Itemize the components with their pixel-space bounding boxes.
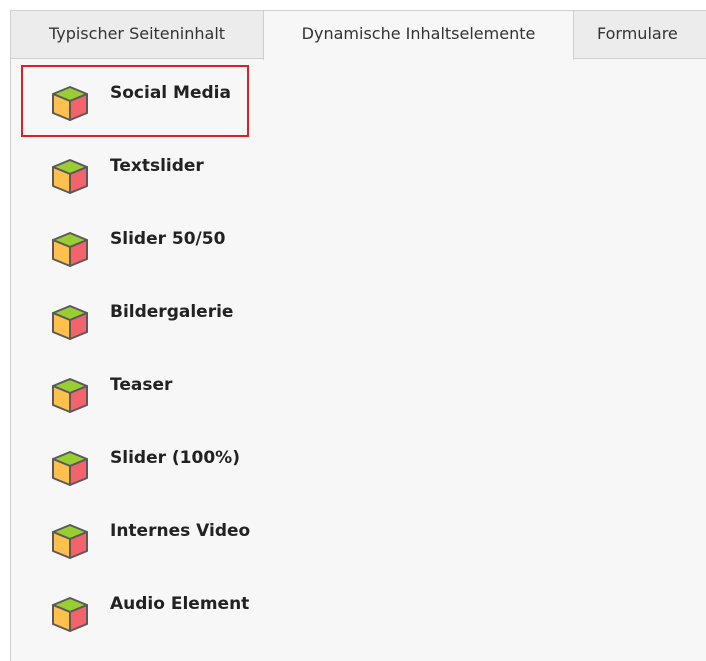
tab-bar: Typischer Seiteninhalt Dynamische Inhalt… — [0, 0, 706, 60]
list-item-slider-50-50[interactable]: Slider 50/50 — [21, 205, 381, 277]
tab-formulare[interactable]: Formulare — [573, 10, 706, 58]
list-item-bildergalerie[interactable]: Bildergalerie — [21, 278, 381, 350]
list-item-label: Slider (100%) — [110, 448, 240, 468]
list-item-internes-video[interactable]: Internes Video — [21, 497, 381, 569]
tab-panel-dynamische-inhaltselemente: Social Media Textslider Slider 50/50 Bil… — [10, 59, 706, 661]
tab-typischer-seiteninhalt[interactable]: Typischer Seiteninhalt — [10, 10, 264, 58]
list-item-social-media[interactable]: Social Media — [21, 59, 381, 131]
cube-icon — [52, 159, 88, 194]
tab-dynamische-inhaltselemente[interactable]: Dynamische Inhaltselemente — [263, 10, 574, 60]
list-item-label: Slider 50/50 — [110, 229, 226, 249]
list-item-label: Bildergalerie — [110, 302, 234, 322]
list-item-label: Audio Element — [110, 594, 250, 614]
cube-icon — [52, 451, 88, 486]
list-item-teaser[interactable]: Teaser — [21, 351, 381, 423]
list-item-label: Social Media — [110, 83, 231, 103]
cube-icon — [52, 597, 88, 632]
list-item-label: Textslider — [110, 156, 204, 176]
cube-icon — [52, 305, 88, 340]
cube-icon — [52, 232, 88, 267]
cube-icon — [52, 378, 88, 413]
list-item-label: Teaser — [110, 375, 173, 395]
list-item-audio-element[interactable]: Audio Element — [21, 570, 381, 642]
cube-icon — [52, 524, 88, 559]
list-item-textslider[interactable]: Textslider — [21, 132, 381, 204]
content-element-wizard: Typischer Seiteninhalt Dynamische Inhalt… — [0, 0, 706, 661]
list-item-label: Internes Video — [110, 521, 251, 541]
list-item-slider-100[interactable]: Slider (100%) — [21, 424, 381, 496]
cube-icon — [52, 86, 88, 121]
